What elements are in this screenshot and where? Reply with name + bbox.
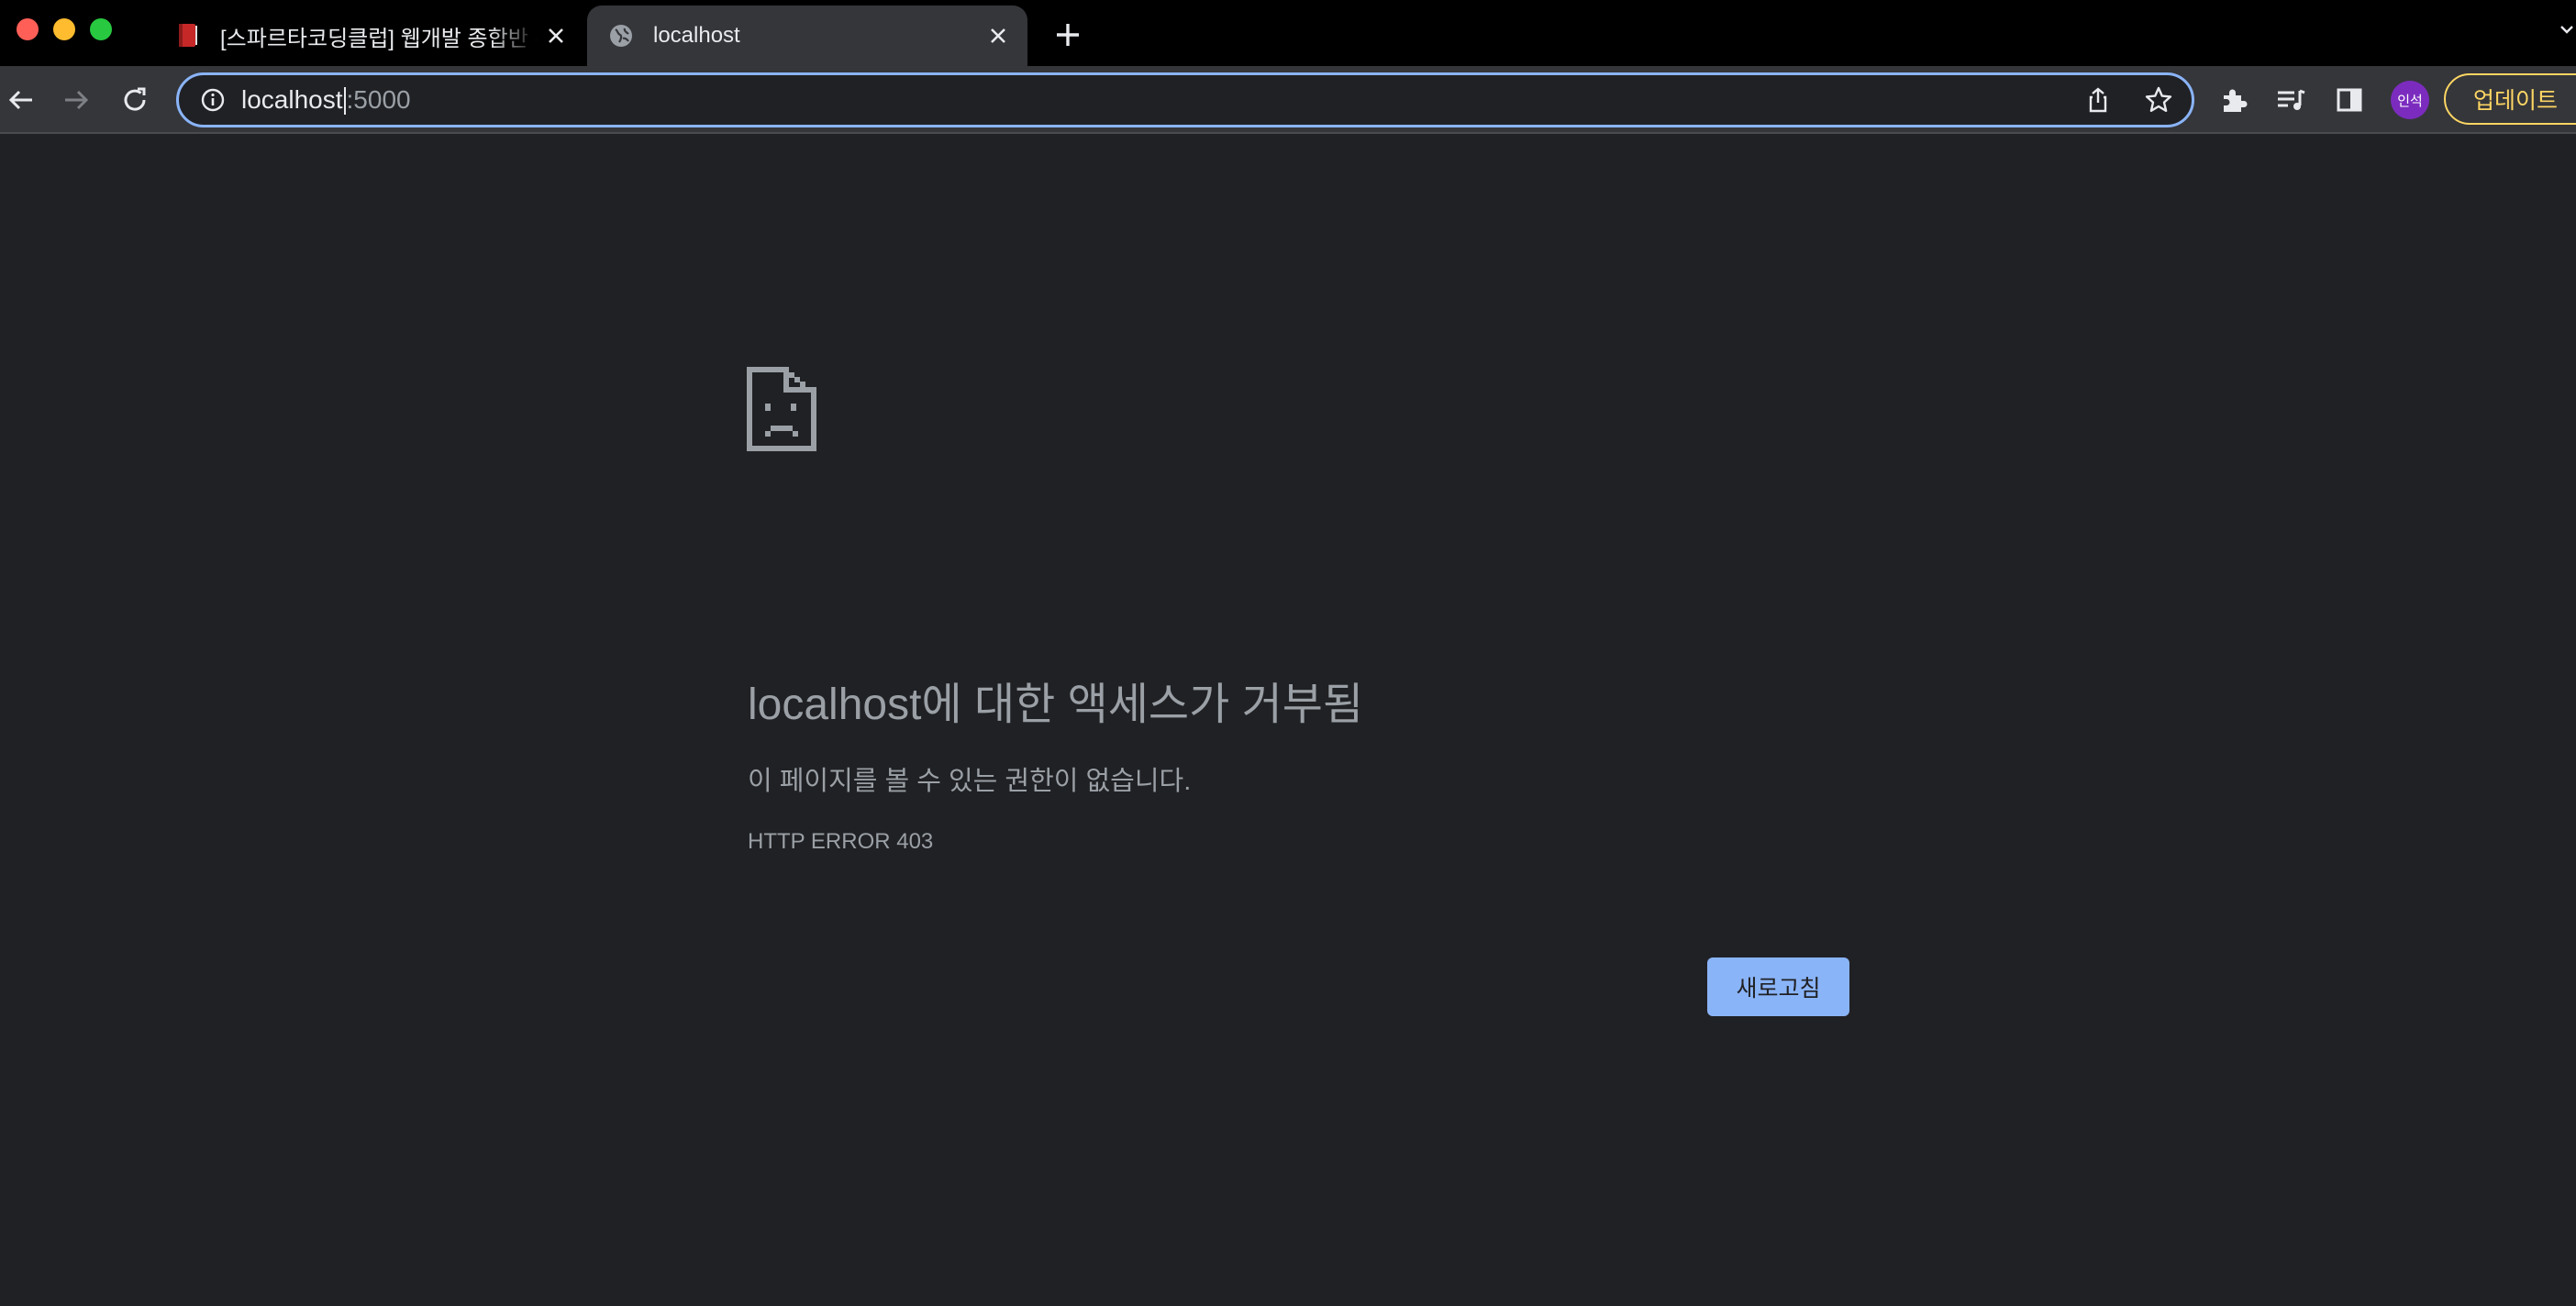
maximize-window-button[interactable]	[90, 18, 112, 40]
reload-icon	[124, 87, 146, 111]
minimize-window-button[interactable]	[53, 18, 75, 40]
share-icon[interactable]	[2082, 83, 2115, 116]
update-button[interactable]: 업데이트	[2444, 73, 2576, 125]
globe-icon	[607, 22, 635, 50]
url-text[interactable]: localhost:5000	[241, 85, 411, 116]
tab-title: [스파르타코딩클럽] 웹개발 종합반 - 5	[220, 26, 538, 51]
back-button[interactable]	[0, 79, 42, 121]
profile-avatar[interactable]: 인석	[2391, 81, 2429, 119]
site-info-icon[interactable]	[199, 86, 227, 114]
arrow-left-icon	[8, 90, 32, 110]
url-host: localhost	[241, 84, 343, 114]
new-tab-button[interactable]	[1048, 15, 1088, 55]
sad-file-icon	[747, 367, 816, 451]
extensions-puzzle-icon[interactable]	[2213, 79, 2255, 121]
close-window-button[interactable]	[17, 18, 39, 40]
browser-toolbar: localhost:5000 인석 업데이트	[0, 66, 2576, 134]
tab-title: localhost	[653, 23, 740, 48]
error-page: localhost에 대한 액세스가 거부됨 이 페이지를 볼 수 있는 권한이…	[0, 136, 2576, 1306]
url-port: :5000	[346, 84, 411, 114]
tab-strip: [스파르타코딩클럽] 웹개발 종합반 - 5 localhost	[0, 0, 2576, 66]
tab-sparta-coding[interactable]: [스파르타코딩클럽] 웹개발 종합반 - 5	[154, 6, 585, 66]
error-description: 이 페이지를 볼 수 있는 권한이 없습니다.	[748, 767, 1192, 796]
reload-button[interactable]	[114, 79, 156, 121]
arrow-right-icon	[65, 90, 89, 110]
plus-icon	[1057, 24, 1079, 46]
forward-button[interactable]	[55, 79, 97, 121]
red-book-icon	[174, 22, 202, 50]
side-panel-icon[interactable]	[2328, 79, 2371, 121]
error-title: localhost에 대한 액세스가 거부됨	[748, 681, 1364, 729]
reading-list-icon[interactable]	[2270, 79, 2312, 121]
tab-search-chevron-icon[interactable]	[2558, 20, 2576, 39]
bookmark-star-icon[interactable]	[2142, 83, 2175, 116]
reload-page-button[interactable]: 새로고침	[1707, 957, 1849, 1016]
tab-localhost[interactable]: localhost	[587, 6, 1027, 66]
close-tab-icon[interactable]	[980, 17, 1016, 54]
close-tab-icon[interactable]	[538, 17, 574, 54]
error-code: HTTP ERROR 403	[748, 829, 934, 854]
address-bar[interactable]: localhost:5000	[176, 72, 2194, 127]
text-cursor	[343, 87, 346, 116]
